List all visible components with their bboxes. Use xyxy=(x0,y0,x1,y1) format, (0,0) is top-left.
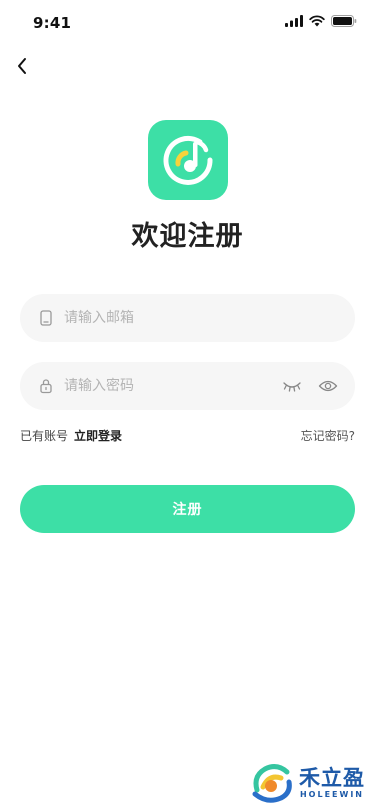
battery-icon xyxy=(331,15,357,27)
register-button[interactable]: 注册 xyxy=(20,485,355,533)
wifi-icon xyxy=(309,15,325,27)
links-row: 已有账号 立即登录 忘记密码? xyxy=(20,427,355,445)
app-logo xyxy=(148,120,228,200)
page-title: 欢迎注册 xyxy=(131,221,244,252)
music-note-logo-icon xyxy=(163,135,213,185)
register-screen: 9:41 欢迎注册 请输入邮箱 已有账号 立即登录 忘记密码? 注册 禾立盈 H… xyxy=(0,0,375,812)
email-field[interactable] xyxy=(20,294,355,342)
holeewin-logo-icon xyxy=(252,764,292,803)
has-account-text: 已有账号 xyxy=(20,429,69,443)
cellular-signal-icon xyxy=(285,15,303,27)
brand-watermark: 禾立盈 HOLEEWIN xyxy=(249,760,365,806)
watermark-cn: 禾立盈 xyxy=(299,766,365,790)
password-input[interactable] xyxy=(64,362,281,410)
forgot-password-link[interactable]: 忘记密码? xyxy=(301,427,355,444)
login-link[interactable]: 立即登录 xyxy=(74,429,122,443)
chevron-left-icon xyxy=(18,58,26,74)
lock-icon xyxy=(38,378,54,394)
back-button[interactable] xyxy=(10,54,34,78)
eye-closed-icon[interactable] xyxy=(281,375,303,397)
email-input[interactable] xyxy=(64,294,339,342)
password-field[interactable] xyxy=(20,362,355,410)
status-time: 9:41 xyxy=(33,14,72,32)
phone-icon xyxy=(38,310,54,326)
password-actions xyxy=(281,375,339,397)
watermark-en: HOLEEWIN xyxy=(299,790,365,799)
has-account-prompt: 已有账号 立即登录 xyxy=(20,427,122,444)
status-icons xyxy=(285,15,357,27)
status-bar: 9:41 xyxy=(0,0,375,44)
watermark-text: 禾立盈 HOLEEWIN xyxy=(299,766,365,800)
eye-icon[interactable] xyxy=(317,375,339,397)
